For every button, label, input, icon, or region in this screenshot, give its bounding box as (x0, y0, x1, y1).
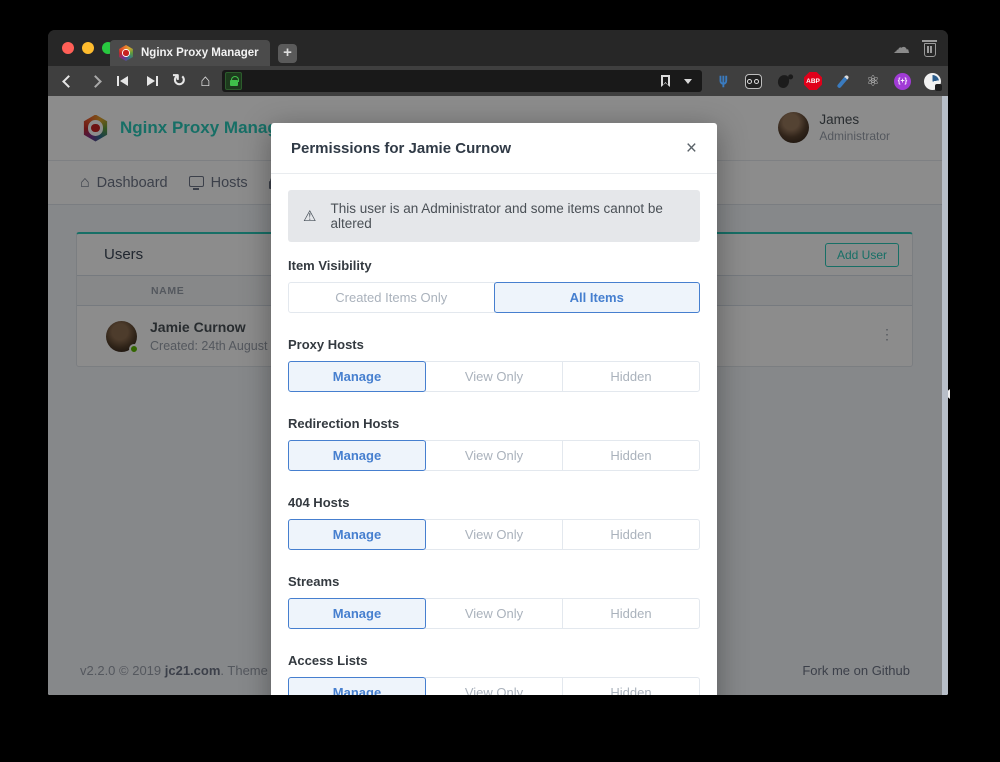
page-scrollbar[interactable] (942, 96, 948, 695)
mask-extension-icon[interactable] (744, 72, 762, 90)
redirection-hosts-manage-button[interactable]: Manage (288, 440, 426, 471)
redirection-hosts-hidden-button[interactable]: Hidden (562, 440, 700, 471)
visibility-created-items-only-button[interactable]: Created Items Only (288, 282, 495, 313)
session-lock-extension-icon[interactable] (923, 72, 941, 90)
streams-group: Manage View Only Hidden (288, 598, 700, 629)
404-hosts-view-only-button[interactable]: View Only (425, 519, 563, 550)
desktop: Nginx Proxy Manager + ☁ ↻ ⌂ ⋔ (0, 0, 1000, 762)
proxy-hosts-label: Proxy Hosts (288, 337, 700, 352)
alert-text: This user is an Administrator and some i… (330, 201, 685, 231)
warning-triangle-icon: ⚠ (303, 209, 316, 224)
browser-window: Nginx Proxy Manager + ☁ ↻ ⌂ ⋔ (48, 30, 948, 695)
access-lists-label: Access Lists (288, 653, 700, 668)
redirection-hosts-view-only-button[interactable]: View Only (425, 440, 563, 471)
streams-label: Streams (288, 574, 700, 589)
access-lists-group: Manage View Only Hidden (288, 677, 700, 695)
proxy-hosts-group: Manage View Only Hidden (288, 361, 700, 392)
tab-title: Nginx Proxy Manager (141, 47, 259, 59)
minimize-window-button[interactable] (82, 42, 94, 54)
404-hosts-hidden-button[interactable]: Hidden (562, 519, 700, 550)
gnome-foot-extension-icon[interactable] (774, 72, 792, 90)
fast-forward-button[interactable] (146, 76, 158, 86)
modal-close-button[interactable]: × (684, 137, 699, 160)
streams-view-only-button[interactable]: View Only (425, 598, 563, 629)
proxy-hosts-manage-button[interactable]: Manage (288, 361, 426, 392)
color-picker-extension-icon[interactable] (834, 72, 852, 90)
404-hosts-manage-button[interactable]: Manage (288, 519, 426, 550)
close-window-button[interactable] (62, 42, 74, 54)
window-controls (62, 42, 114, 54)
proxy-hosts-view-only-button[interactable]: View Only (425, 361, 563, 392)
address-dropdown-icon[interactable] (684, 79, 692, 84)
react-devtools-extension-icon[interactable]: ⚛ (864, 72, 882, 90)
new-tab-button[interactable]: + (278, 44, 297, 63)
favicon-icon (118, 45, 134, 61)
extensions-bar: ⋔ ABP ⚛ {+} (714, 66, 941, 96)
fork-extension-icon[interactable]: ⋔ (714, 72, 732, 90)
browser-tab[interactable]: Nginx Proxy Manager (110, 40, 270, 66)
visibility-all-items-button[interactable]: All Items (494, 282, 701, 313)
page-viewport: Nginx Proxy Manager James Administrator … (48, 96, 948, 695)
404-hosts-label: 404 Hosts (288, 495, 700, 510)
item-visibility-group: Created Items Only All Items (288, 282, 700, 313)
trash-icon[interactable] (924, 43, 936, 57)
access-lists-view-only-button[interactable]: View Only (425, 677, 563, 695)
forward-button[interactable] (89, 75, 102, 88)
streams-manage-button[interactable]: Manage (288, 598, 426, 629)
streams-hidden-button[interactable]: Hidden (562, 598, 700, 629)
ssl-lock-icon[interactable] (225, 72, 242, 90)
admin-warning-alert: ⚠ This user is an Administrator and some… (288, 190, 700, 242)
adblock-plus-extension-icon[interactable]: ABP (804, 72, 822, 90)
address-bar[interactable] (222, 70, 702, 92)
access-lists-hidden-button[interactable]: Hidden (562, 677, 700, 695)
redirection-hosts-group: Manage View Only Hidden (288, 440, 700, 471)
browser-toolbar: ↻ ⌂ ⋔ ABP ⚛ {+} (48, 66, 948, 96)
purple-extension-icon[interactable]: {+} (894, 73, 911, 90)
home-button[interactable]: ⌂ (200, 73, 210, 89)
bookmark-icon[interactable] (661, 75, 670, 87)
404-hosts-group: Manage View Only Hidden (288, 519, 700, 550)
access-lists-manage-button[interactable]: Manage (288, 677, 426, 695)
item-visibility-label: Item Visibility (288, 258, 700, 273)
modal-title: Permissions for Jamie Curnow (291, 140, 511, 157)
proxy-hosts-hidden-button[interactable]: Hidden (562, 361, 700, 392)
rewind-button[interactable] (117, 76, 129, 86)
sync-cloud-icon[interactable]: ☁ (893, 38, 910, 58)
redirection-hosts-label: Redirection Hosts (288, 416, 700, 431)
permissions-modal: Permissions for Jamie Curnow × ⚠ This us… (271, 123, 717, 695)
back-button[interactable] (62, 75, 75, 88)
reload-button[interactable]: ↻ (172, 73, 186, 89)
browser-titlebar: Nginx Proxy Manager + ☁ (48, 30, 948, 66)
